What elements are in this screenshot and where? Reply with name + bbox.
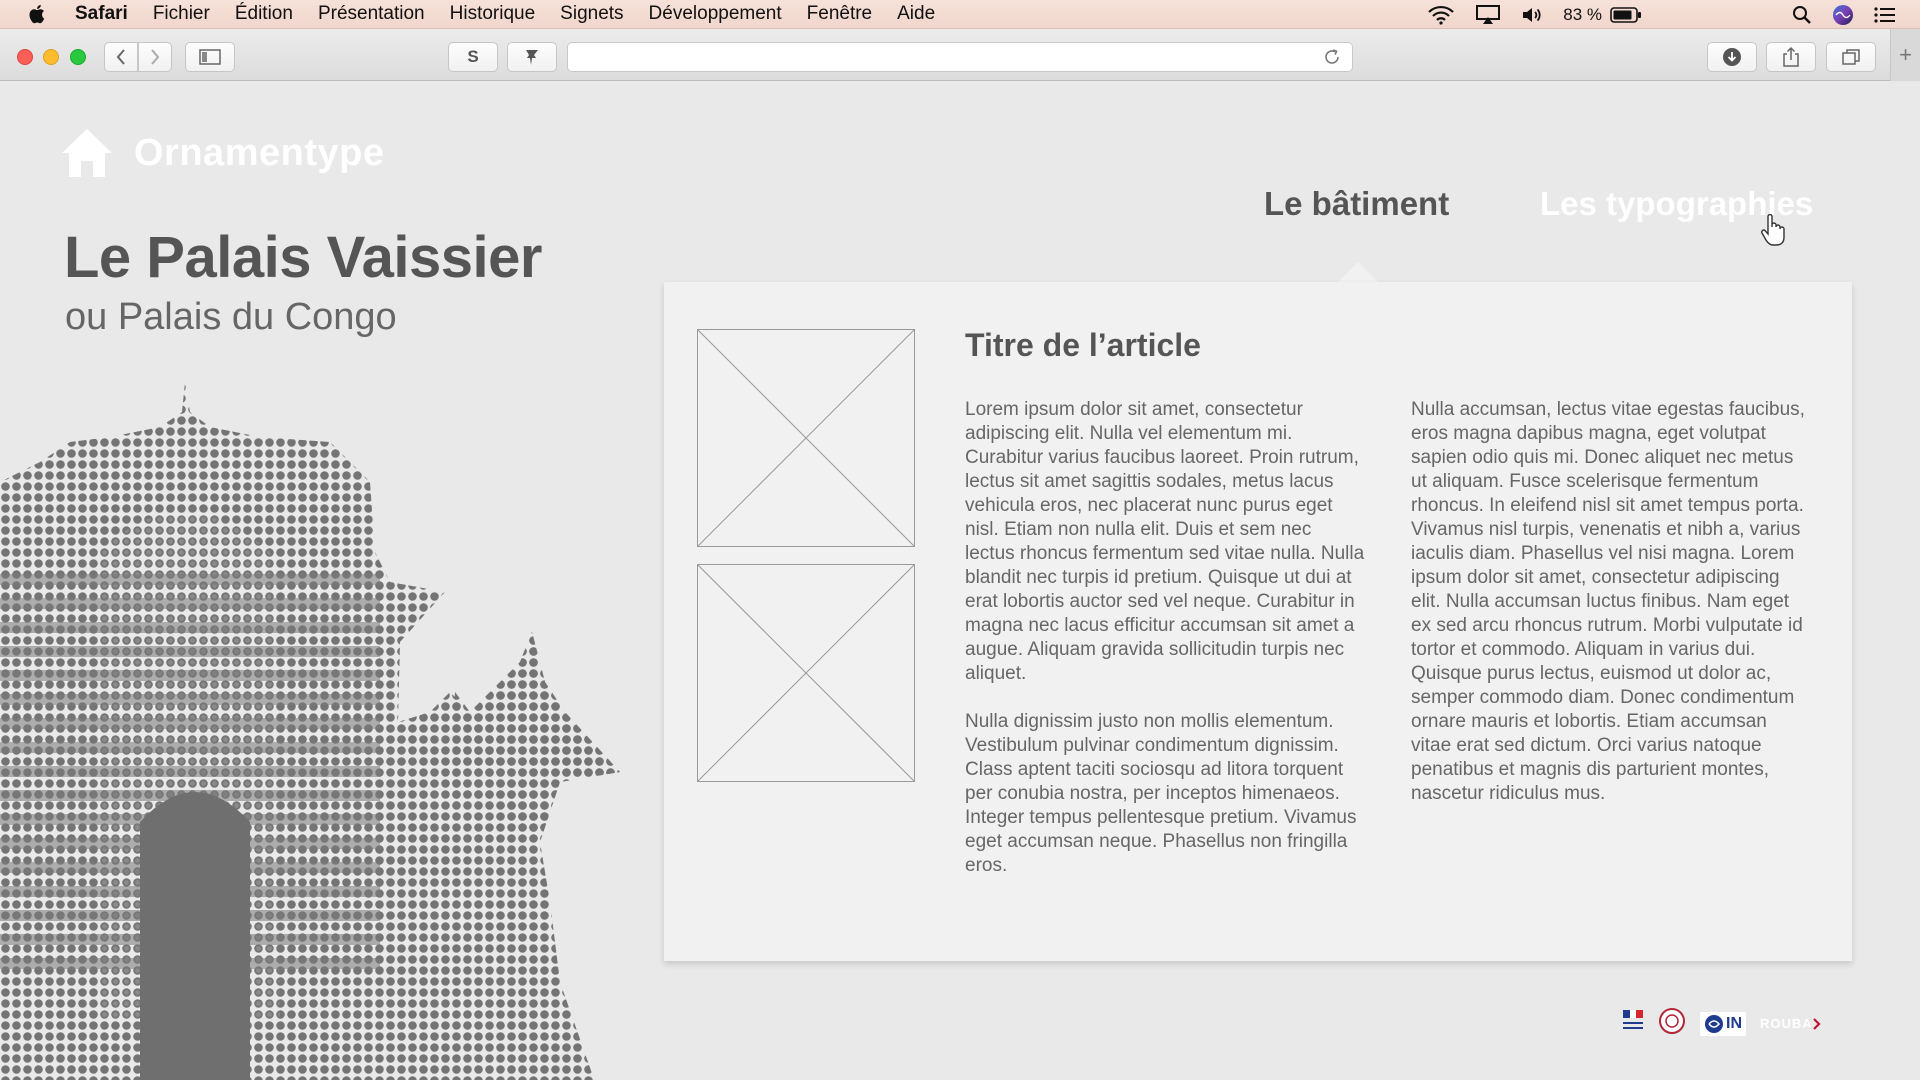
sidebar-button[interactable] [185, 42, 235, 72]
new-tab-button[interactable]: + [1890, 29, 1920, 81]
airplay-icon[interactable] [1475, 4, 1501, 25]
extension-s-button[interactable]: S [448, 42, 498, 72]
menu-app-safari[interactable]: Safari [75, 3, 128, 25]
menu-signets[interactable]: Signets [560, 3, 623, 25]
browser-toolbar: S + [0, 29, 1920, 81]
university-seal-logo[interactable] [1658, 1007, 1686, 1040]
roubaix-logo[interactable]: ROUBA [1760, 1016, 1821, 1031]
forward-icon [151, 49, 160, 65]
menu-presentation[interactable]: Présentation [318, 3, 425, 25]
article-title: Titre de l’article [965, 327, 1201, 363]
article-paragraph: Lorem ipsum dolor sit amet, consectetur … [965, 399, 1365, 684]
in-logo[interactable]: IN [1700, 1011, 1746, 1036]
battery-icon[interactable] [1610, 6, 1642, 24]
article-card: Titre de l’article Lorem ipsum dolor sit… [664, 282, 1852, 961]
spotlight-icon[interactable] [1792, 5, 1812, 25]
back-button[interactable] [104, 42, 138, 72]
article-paragraph: Nulla accumsan, lectus vitae egestas fau… [1411, 399, 1805, 804]
window-fullscreen-button[interactable] [70, 49, 86, 65]
menu-fenetre[interactable]: Fenêtre [807, 3, 872, 25]
image-placeholder [697, 564, 915, 782]
forward-button[interactable] [138, 42, 172, 72]
address-bar[interactable] [567, 42, 1353, 72]
home-icon [62, 129, 112, 177]
downloads-button[interactable] [1707, 42, 1757, 72]
menu-aide[interactable]: Aide [897, 3, 935, 25]
pin-extension-button[interactable] [507, 42, 557, 72]
wifi-icon[interactable] [1427, 5, 1455, 25]
tabs-icon [1842, 49, 1860, 65]
page-title: Le Palais Vaissier [64, 225, 542, 290]
site-logo-text: Ornamentype [134, 131, 385, 174]
article-paragraph: Nulla dignissim justo non mollis element… [965, 711, 1357, 876]
active-tab-pointer [1338, 262, 1378, 282]
image-placeholder [697, 329, 915, 547]
article-column-2: Nulla accumsan, lectus vitae egestas fau… [1411, 398, 1811, 830]
republique-francaise-logo[interactable] [1622, 1008, 1644, 1039]
menu-bar: Safari Fichier Édition Présentation Hist… [0, 0, 1920, 29]
menu-developpement[interactable]: Développement [649, 3, 782, 25]
menu-edition[interactable]: Édition [235, 3, 293, 25]
window-minimize-button[interactable] [43, 49, 59, 65]
reload-icon[interactable] [1322, 47, 1342, 67]
window-close-button[interactable] [17, 49, 33, 65]
page-subtitle: ou Palais du Congo [65, 296, 397, 338]
apple-icon[interactable] [27, 3, 49, 25]
siri-icon[interactable] [1832, 4, 1854, 26]
extension-s-label: S [467, 47, 479, 66]
back-icon [116, 49, 125, 65]
building-illustration [0, 382, 620, 1080]
in-logo-text: IN [1726, 1014, 1742, 1032]
show-tabs-button[interactable] [1826, 42, 1876, 72]
sidebar-icon [199, 49, 221, 65]
notification-center-icon[interactable] [1874, 6, 1896, 24]
menu-historique[interactable]: Historique [450, 3, 536, 25]
article-column-1: Lorem ipsum dolor sit amet, consectetur … [965, 398, 1365, 902]
pointer-cursor-icon [1761, 214, 1785, 246]
share-button[interactable] [1766, 42, 1816, 72]
site-logo[interactable]: Ornamentype [60, 127, 384, 179]
partner-logos: IN ROUBA [1622, 1007, 1835, 1040]
share-icon [1783, 46, 1799, 67]
battery-percentage: 83 % [1563, 4, 1602, 24]
menu-fichier[interactable]: Fichier [153, 3, 210, 25]
nav-tab-batiment[interactable]: Le bâtiment [1264, 185, 1449, 223]
pin-icon [526, 50, 538, 65]
web-page: Ornamentype Le Palais Vaissier ou Palais… [0, 82, 1920, 1080]
volume-icon[interactable] [1521, 5, 1543, 25]
download-icon [1723, 48, 1741, 66]
roubaix-logo-text: ROUBA [1760, 1016, 1813, 1031]
